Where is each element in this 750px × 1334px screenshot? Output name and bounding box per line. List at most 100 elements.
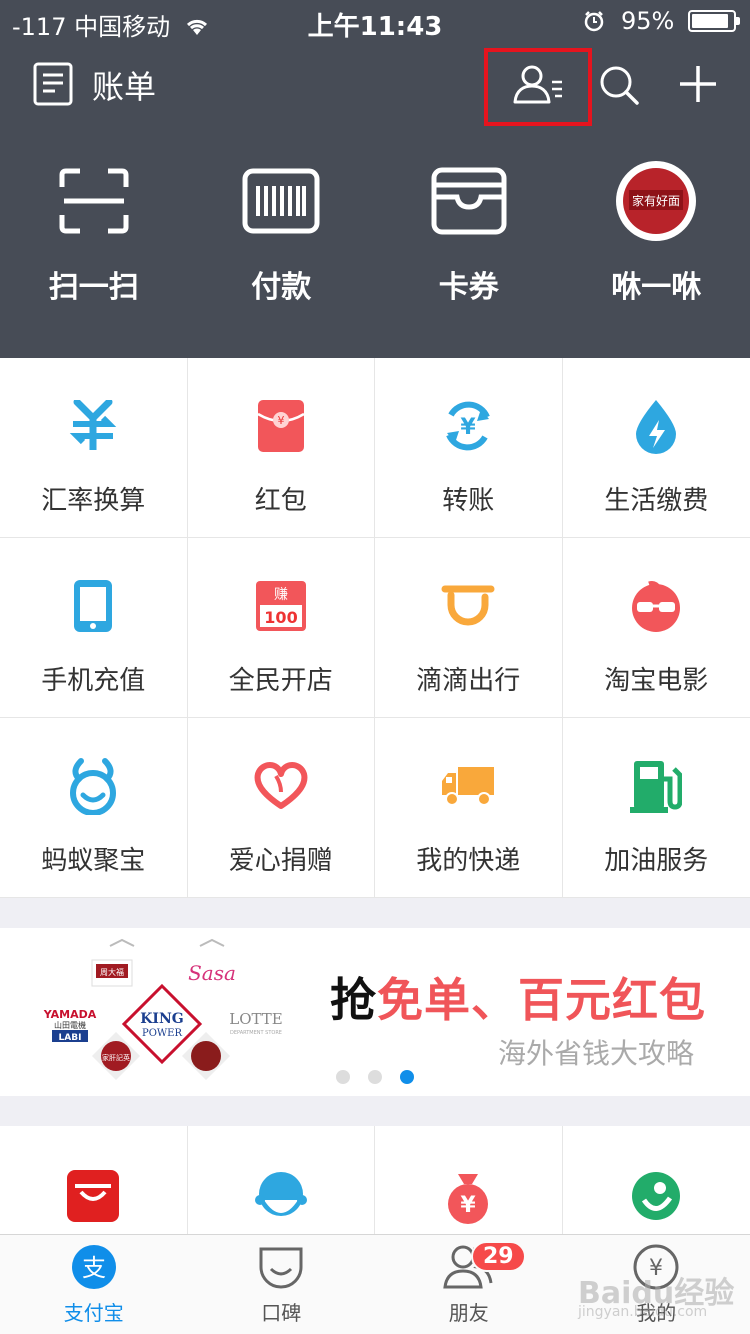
banner-headline: 抢免单、百元红包 (330, 973, 706, 1027)
service-money-bag[interactable]: ¥ (375, 1126, 563, 1234)
red-envelope-icon: ¥ (257, 400, 304, 452)
service-label: 生活缴费 (604, 486, 709, 516)
quick-xiu[interactable]: 家有好面 咻一咻 (563, 160, 750, 310)
currency-exchange-icon (70, 400, 117, 450)
svg-text:支: 支 (82, 1254, 106, 1282)
customer-service-icon (254, 1172, 307, 1216)
utility-bill-icon (636, 400, 677, 454)
promo-banner[interactable]: 周大福 Sasa YAMADA 山田電機 LABI KING POWER LOT… (0, 928, 750, 1096)
ant-fortune-icon (70, 758, 117, 815)
svg-text:¥: ¥ (277, 414, 284, 427)
service-label: 加油服务 (604, 846, 709, 876)
svg-text:YAMADA: YAMADA (43, 1008, 97, 1021)
svg-text:¥: ¥ (461, 1193, 477, 1218)
svg-text:Sasa: Sasa (188, 961, 236, 985)
status-bar: -117 中国移动 上午11:43 95% (0, 0, 750, 42)
tmall-icon (67, 1170, 120, 1222)
quick-scan[interactable]: 扫一扫 (0, 160, 188, 310)
tab-label: 支付宝 (63, 1301, 124, 1325)
service-label: 手机充值 (41, 666, 146, 696)
service-express[interactable]: 我的快递 (375, 718, 563, 898)
service-label: 我的快递 (416, 846, 521, 876)
quick-pay[interactable]: 付款 (188, 160, 376, 310)
scan-icon (59, 168, 129, 234)
alarm-icon (585, 11, 604, 32)
page-dot[interactable] (336, 1070, 350, 1084)
didi-icon (441, 585, 495, 626)
svg-text:家肝記英: 家肝記英 (102, 1053, 130, 1062)
service-label: 蚂蚁聚宝 (41, 846, 146, 876)
top-nav: 账单 (0, 42, 750, 126)
service-taobao-movie[interactable]: 淘宝电影 (562, 538, 750, 718)
svg-text:POWER: POWER (142, 1028, 183, 1039)
tab-alipay[interactable]: 支 支付宝 (0, 1235, 188, 1334)
svg-text:¥: ¥ (461, 415, 477, 440)
service-label: 汇率换算 (41, 486, 146, 516)
service-currency-exchange[interactable]: 汇率换算 (0, 358, 188, 538)
service-transfer[interactable]: ¥ 转账 (375, 358, 563, 538)
green-app-icon (632, 1172, 681, 1220)
service-grid-row2: ¥ (0, 1126, 750, 1234)
tab-friends[interactable]: 29 朋友 (375, 1235, 563, 1334)
phone-recharge-icon (74, 580, 113, 632)
service-ant-fortune[interactable]: 蚂蚁聚宝 (0, 718, 188, 898)
quick-label: 卡券 (438, 270, 499, 305)
xiu-promo-icon: 家有好面 (616, 161, 697, 241)
svg-text:赚: 赚 (274, 587, 288, 603)
banner-pagination (336, 1070, 432, 1084)
battery-fill (692, 14, 729, 28)
service-label: 爱心捐赠 (228, 846, 333, 876)
svg-text:LABI: LABI (59, 1033, 82, 1043)
quick-label: 扫一扫 (48, 270, 139, 305)
svg-text:LOTTE: LOTTE (229, 1010, 283, 1028)
friends-badge: 29 (471, 1241, 526, 1272)
tab-label: 口碑 (261, 1301, 302, 1325)
service-gas[interactable]: 加油服务 (562, 718, 750, 898)
page-dot-active[interactable] (400, 1070, 414, 1084)
battery-status: 95% (583, 7, 740, 35)
xiu-promo-text: 家有好面 (632, 193, 680, 208)
quick-actions: 扫一扫 付款 卡券 家有好面 咻一咻 (0, 160, 750, 310)
service-green-app[interactable] (563, 1126, 750, 1234)
service-didi[interactable]: 滴滴出行 (375, 538, 563, 718)
tab-koubei[interactable]: 口碑 (188, 1235, 376, 1334)
svg-text:周大福: 周大福 (100, 967, 124, 977)
service-label: 全民开店 (228, 666, 333, 696)
header-area: -117 中国移动 上午11:43 95% 账单 扫一扫 付款 卡券 家有好面 … (0, 0, 750, 358)
money-bag-icon: ¥ (448, 1174, 489, 1224)
service-label: 转账 (442, 486, 495, 516)
service-label: 淘宝电影 (604, 666, 709, 696)
taobao-movie-icon (632, 581, 681, 632)
service-utility-bill[interactable]: 生活缴费 (562, 358, 750, 538)
watermark-url: jingyan.baidu.com (578, 1304, 708, 1320)
quick-label: 付款 (251, 270, 312, 305)
quick-coupon[interactable]: 卡券 (375, 160, 563, 310)
alipay-icon: 支 (71, 1245, 116, 1289)
tab-label: 朋友 (448, 1301, 489, 1325)
brand-logos-image: 周大福 Sasa YAMADA 山田電機 LABI KING POWER LOT… (43, 938, 283, 1080)
service-open-store[interactable]: 赚 100 全民开店 (187, 538, 375, 718)
bill-title[interactable]: 账单 (92, 62, 156, 108)
contacts-icon[interactable] (512, 64, 564, 106)
service-donation[interactable]: 爱心捐赠 (187, 718, 375, 898)
bill-list-icon[interactable] (33, 62, 73, 106)
service-customer-service[interactable] (188, 1126, 375, 1234)
service-grid: 汇率换算 ¥ 红包 ¥ 转账 生活缴费 手机充值 赚 100 全民开店 滴滴出行 … (0, 358, 750, 898)
open-store-icon: 赚 100 (255, 581, 306, 631)
search-icon[interactable] (598, 64, 640, 106)
page-dot[interactable] (368, 1070, 382, 1084)
service-tmall[interactable] (0, 1126, 188, 1234)
plus-icon[interactable] (678, 64, 718, 104)
service-phone-recharge[interactable]: 手机充值 (0, 538, 188, 718)
svg-text:DEPARTMENT STORE: DEPARTMENT STORE (230, 1030, 282, 1036)
koubei-icon (259, 1247, 303, 1289)
transfer-icon: ¥ (446, 401, 491, 451)
service-label: 红包 (254, 486, 307, 516)
service-red-envelope[interactable]: ¥ 红包 (187, 358, 375, 538)
alipay-home-screen: -117 中国移动 上午11:43 95% 账单 扫一扫 付款 卡券 家有好面 … (0, 0, 750, 1334)
wallet-icon (431, 167, 507, 235)
express-truck-icon (442, 767, 495, 806)
banner-subtitle: 海外省钱大攻略 (498, 1037, 695, 1070)
banner-highlight: 免单、百元红包 (377, 973, 706, 1027)
svg-text:100: 100 (264, 608, 297, 627)
